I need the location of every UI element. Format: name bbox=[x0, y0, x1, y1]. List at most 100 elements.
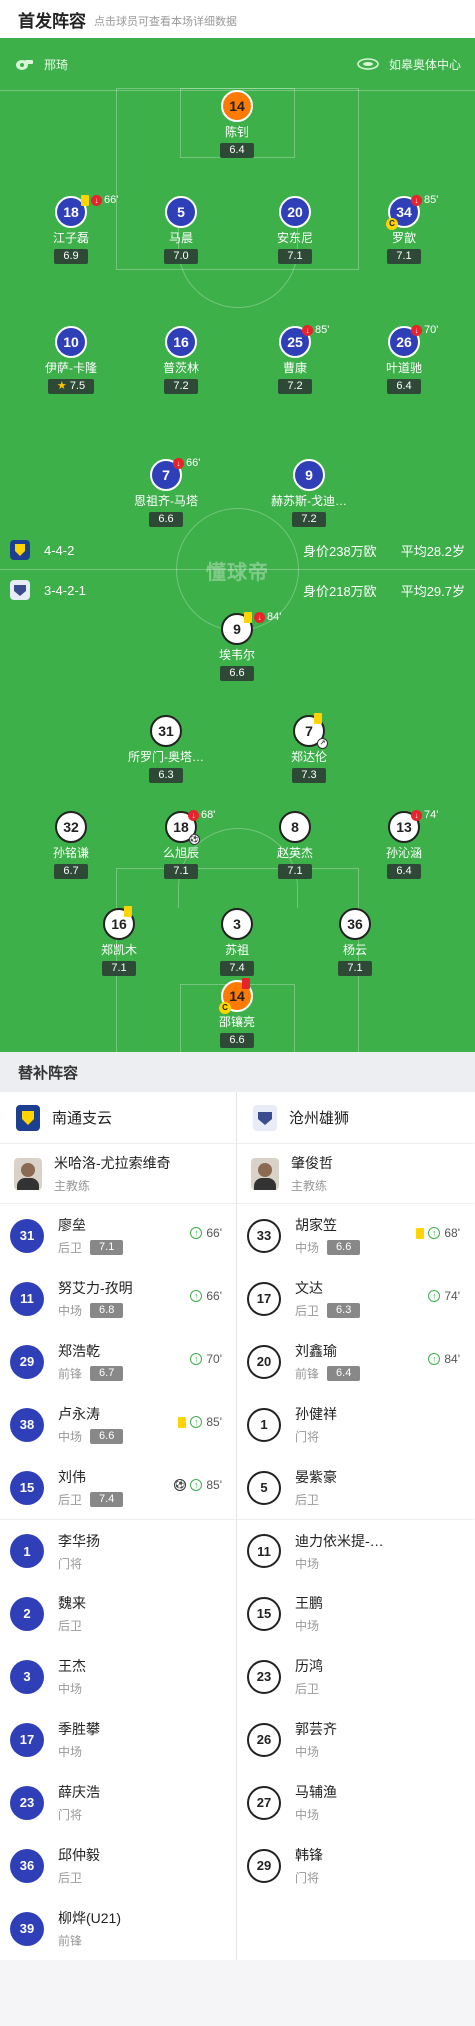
home-player-gk[interactable]: 14 陈钊 6.4 bbox=[182, 90, 292, 158]
sub-player-row[interactable]: 33 胡家笠 中场 6.6 ↑ 68' bbox=[237, 1204, 474, 1267]
sub-player-row[interactable]: 2 魏来 后卫 bbox=[0, 1582, 236, 1645]
sub-player-name: 晏紫豪 bbox=[295, 1469, 337, 1485]
player-rating: 7.1 bbox=[387, 249, 421, 264]
player-events bbox=[314, 713, 322, 724]
sub-in-icon: ↑ bbox=[190, 1227, 203, 1239]
sub-player-number: 27 bbox=[247, 1785, 281, 1820]
sub-player-row[interactable]: 29 郑浩乾 前锋 6.7 ↑ 70' bbox=[0, 1330, 236, 1393]
away-player-gk[interactable]: 14 C 邵镶亮 6.6 bbox=[182, 978, 292, 1048]
away-player-8[interactable]: 8 赵英杰 7.1 bbox=[240, 811, 350, 879]
home-team-value: 身价238万欧 bbox=[302, 543, 377, 559]
away-team-logo bbox=[253, 1104, 277, 1131]
sub-in-icon: ↑ bbox=[190, 1290, 203, 1302]
home-player-18[interactable]: 18 ↓ 66' 江子磊 6.9 bbox=[16, 194, 126, 264]
sub-player-row[interactable]: 39 柳烨(U21) 前锋 bbox=[0, 1897, 236, 1960]
sub-player-row[interactable]: 1 李华扬 门将 bbox=[0, 1519, 236, 1582]
sub-player-row[interactable]: 20 刘鑫瑜 前锋 6.4 ↑ 84' bbox=[237, 1330, 474, 1393]
sub-player-rating: 6.4 bbox=[327, 1366, 361, 1381]
player-rating: 6.4 bbox=[387, 864, 421, 879]
sub-player-number: 31 bbox=[10, 1218, 44, 1253]
home-player-34[interactable]: 34 C ↓ 85' 罗歆 7.1 bbox=[349, 194, 459, 264]
yellow-card-icon bbox=[244, 611, 252, 623]
sub-player-row[interactable]: 3 王杰 中场 bbox=[0, 1645, 236, 1708]
away-player-31[interactable]: 31 所罗门-奥塔… 6.3 bbox=[111, 715, 221, 783]
yellow-card-icon bbox=[416, 1227, 425, 1239]
sub-player-name: 韩锋 bbox=[295, 1847, 323, 1863]
sub-player-row[interactable]: 36 邱仲毅 后卫 bbox=[0, 1834, 236, 1897]
sub-player-row[interactable]: 29 韩锋 门将 bbox=[237, 1834, 474, 1897]
away-player-13[interactable]: 13 ↓ 74' 孙沁涵 6.4 bbox=[349, 809, 459, 879]
sub-player-position: 前锋 bbox=[58, 1367, 83, 1381]
away-player-3[interactable]: 3 苏祖 7.4 bbox=[182, 908, 292, 976]
yellow-card-icon bbox=[314, 713, 322, 724]
player-name: 么旭辰 bbox=[162, 846, 199, 860]
sub-player-position: 中场 bbox=[295, 1241, 320, 1255]
sub-player-events: ↑ 84' bbox=[428, 1352, 460, 1366]
sub-player-number: 39 bbox=[10, 1911, 44, 1946]
player-name: 马晨 bbox=[168, 231, 193, 245]
away-coach[interactable]: 肇俊哲 主教练 bbox=[237, 1144, 474, 1204]
home-player-26[interactable]: 26 ↓ 70' 叶道驰 6.4 bbox=[349, 324, 459, 394]
sub-player-number: 23 bbox=[10, 1785, 44, 1820]
lineup-page: { "header":{"title":"首发阵容","subtitle":"点… bbox=[0, 0, 475, 2026]
away-team-name: 沧州雄狮 bbox=[289, 1110, 350, 1127]
sub-out-icon: ↓ bbox=[173, 457, 184, 469]
player-name: 陈钊 bbox=[224, 125, 249, 139]
sub-player-row[interactable]: 23 薛庆浩 门将 bbox=[0, 1771, 236, 1834]
player-rating: 7.1 bbox=[278, 864, 312, 879]
away-player-7[interactable]: 7 ↗ 郑达伦 7.3 bbox=[254, 713, 364, 783]
home-player-10[interactable]: 10 伊萨-卡隆 ★ 7.5 bbox=[16, 326, 126, 394]
sub-player-row[interactable]: 17 文达 后卫 6.3 ↑ 74' bbox=[237, 1267, 474, 1330]
home-player-16[interactable]: 16 普茨林 7.2 bbox=[126, 326, 236, 394]
sub-player-name: 季胜攀 bbox=[58, 1721, 100, 1737]
home-player-25[interactable]: 25 ↓ 85' 曹康 7.2 bbox=[240, 324, 350, 394]
away-player-18[interactable]: 18 ⚽ ↓ 68' 么旭辰 7.1 bbox=[126, 809, 236, 879]
lineup-title: 首发阵容 bbox=[18, 11, 86, 31]
player-rating: 6.7 bbox=[54, 864, 88, 879]
sub-player-row[interactable]: 11 努艾力-孜明 中场 6.8 ↑ 66' bbox=[0, 1267, 236, 1330]
sub-player-row[interactable]: 15 王鹏 中场 bbox=[237, 1582, 474, 1645]
player-name: 赵英杰 bbox=[276, 846, 313, 860]
sub-in-icon: ↑ bbox=[190, 1353, 203, 1365]
sub-player-position: 前锋 bbox=[58, 1934, 83, 1948]
sub-player-row[interactable]: 17 季胜攀 中场 bbox=[0, 1708, 236, 1771]
home-coach[interactable]: 米哈洛-尤拉索维奇 主教练 bbox=[0, 1144, 236, 1204]
sub-player-row[interactable]: 15 刘伟 后卫 7.4 ⚽ ↑ 85' bbox=[0, 1456, 236, 1519]
player-rating: 7.1 bbox=[164, 864, 198, 879]
stadium-info: 如皋奥体中心 bbox=[357, 56, 461, 73]
player-number: 20 bbox=[279, 196, 311, 228]
player-name: 曹康 bbox=[282, 361, 307, 375]
away-player-9[interactable]: 9 ↓ 84' 埃韦尔 6.6 bbox=[182, 611, 292, 681]
sub-player-rating: 6.3 bbox=[327, 1303, 361, 1318]
sub-player-name: 魏来 bbox=[58, 1595, 86, 1611]
sub-player-row[interactable]: 5 晏紫豪 后卫 bbox=[237, 1456, 474, 1519]
home-player-7[interactable]: 7 ↓ 66' 恩祖齐-马塔 6.6 bbox=[111, 457, 221, 527]
player-rating: 7.2 bbox=[292, 512, 326, 527]
sub-player-position: 中场 bbox=[58, 1304, 83, 1318]
player-rating: 6.6 bbox=[220, 666, 254, 681]
sub-player-row[interactable]: 27 马辅渔 中场 bbox=[237, 1771, 474, 1834]
player-events bbox=[242, 978, 250, 989]
sub-in-icon: ↑ bbox=[428, 1227, 441, 1239]
sub-player-name: 孙健祥 bbox=[295, 1406, 337, 1422]
away-player-32[interactable]: 32 孙铭谦 6.7 bbox=[16, 811, 126, 879]
home-subs-column: 南通支云 米哈洛-尤拉索维奇 主教练 31 廖垒 后卫 7.1 ↑ 66' 11 努艾力-孜明… bbox=[0, 1092, 237, 1960]
sub-player-name: 李华扬 bbox=[58, 1532, 100, 1549]
sub-player-name: 邱仲毅 bbox=[58, 1847, 100, 1863]
home-player-5[interactable]: 5 马晨 7.0 bbox=[126, 196, 236, 264]
sub-player-row[interactable]: 11 迪力依米提-… 中场 bbox=[237, 1519, 474, 1582]
player-name: 罗歆 bbox=[391, 231, 416, 245]
sub-player-row[interactable]: 23 历鸿 后卫 bbox=[237, 1645, 474, 1708]
sub-player-row[interactable]: 31 廖垒 后卫 7.1 ↑ 66' bbox=[0, 1204, 236, 1267]
away-player-36[interactable]: 36 杨云 7.1 bbox=[300, 908, 410, 976]
sub-player-position: 后卫 bbox=[295, 1493, 320, 1507]
sub-player-row[interactable]: 1 孙健祥 门将 bbox=[237, 1393, 474, 1456]
sub-player-number: 26 bbox=[247, 1722, 281, 1757]
home-player-20[interactable]: 20 安东尼 7.1 bbox=[240, 196, 350, 264]
sub-player-row[interactable]: 38 卢永涛 中场 6.6 ↑ 85' bbox=[0, 1393, 236, 1456]
away-subs-column: 沧州雄狮 肇俊哲 主教练 33 胡家笠 中场 6.6 ↑ 68' 17 文达 后卫 6.3 ↑ 74'… bbox=[237, 1092, 474, 1960]
sub-player-row[interactable]: 26 郭芸齐 中场 bbox=[237, 1708, 474, 1771]
home-player-9[interactable]: 9 赫苏斯-戈迪… 7.2 bbox=[254, 459, 364, 527]
subs-section: 南通支云 米哈洛-尤拉索维奇 主教练 31 廖垒 后卫 7.1 ↑ 66' 11 努艾力-孜明… bbox=[0, 1092, 475, 1960]
away-player-16[interactable]: 16 郑凯木 7.1 bbox=[64, 906, 174, 976]
